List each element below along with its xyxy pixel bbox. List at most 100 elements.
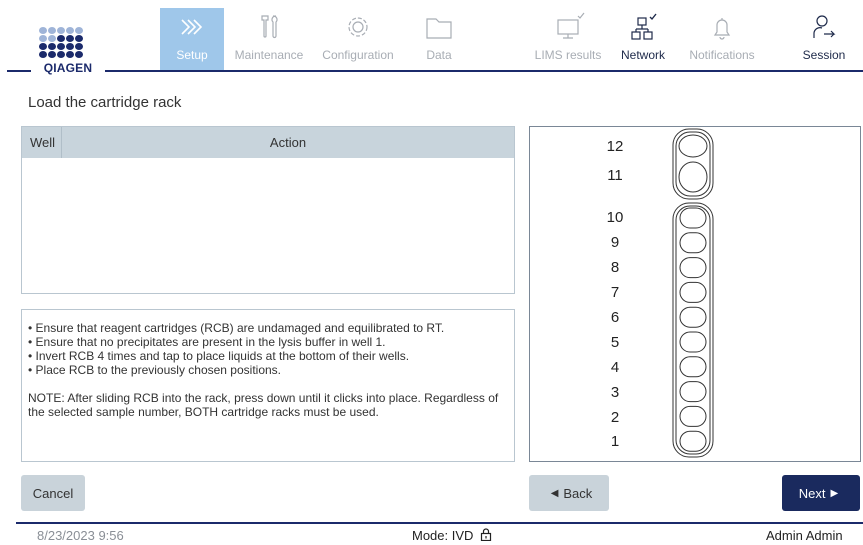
- nav-notifications[interactable]: Notifications: [682, 8, 762, 70]
- nav-setup-label: Setup: [176, 48, 208, 62]
- rack-position-label: 6: [610, 309, 620, 326]
- table-header: Well Action: [22, 127, 514, 158]
- logo-dot: [48, 35, 56, 42]
- top-bar: QIAGEN Setup Maintenance Configuration D…: [0, 0, 863, 75]
- rack-position-label: 9: [610, 234, 620, 251]
- gear-icon: [348, 17, 368, 37]
- back-button[interactable]: ◀ Back: [529, 475, 609, 511]
- well-action-table: Well Action: [21, 126, 515, 294]
- logo-dot: [75, 35, 83, 42]
- footer-rule: [16, 522, 863, 524]
- rack-slot: [679, 306, 707, 328]
- column-header-action[interactable]: Action: [62, 127, 514, 158]
- nav-maintenance[interactable]: Maintenance: [228, 8, 310, 70]
- logo-dot: [48, 43, 56, 50]
- rack-slot: [679, 331, 707, 353]
- user-logout-icon: [813, 15, 836, 38]
- footer-mode: Mode: IVD: [412, 528, 492, 543]
- bell-icon: [713, 18, 731, 40]
- header-rule-right: [105, 70, 863, 72]
- header-rule-left: [7, 70, 31, 72]
- nav-lims-label: LIMS results: [534, 48, 602, 62]
- nav-network-label: Network: [620, 48, 665, 62]
- cartridge-rack-diagram: [672, 128, 714, 458]
- logo-dot: [66, 43, 74, 50]
- nav-session-label: Session: [802, 48, 846, 62]
- logo-dot: [39, 35, 47, 42]
- rack-slot: [679, 281, 707, 303]
- chevrons-right-icon: [181, 19, 203, 35]
- cancel-button[interactable]: Cancel: [21, 475, 85, 511]
- rack-slot: [678, 134, 708, 158]
- instruction-line: • Invert RCB 4 times and tap to place li…: [28, 349, 410, 363]
- qiagen-logo: QIAGEN: [37, 27, 99, 75]
- nav-configuration[interactable]: Configuration: [316, 8, 400, 70]
- next-button[interactable]: Next ▶: [782, 475, 860, 511]
- folder-icon: [426, 18, 452, 39]
- rack-slot: [679, 232, 707, 254]
- rack-position-label: 8: [610, 259, 620, 276]
- logo-dot: [57, 35, 65, 42]
- rack-slot: [679, 381, 707, 403]
- footer-user: Admin Admin: [766, 528, 843, 543]
- rack-position-label: 5: [610, 334, 620, 351]
- logo-dot: [75, 27, 83, 34]
- logo-dot: [48, 27, 56, 34]
- arrow-right-icon: ▶: [830, 487, 839, 499]
- footer-mode-text: Mode: IVD: [412, 528, 474, 543]
- nav-data[interactable]: Data: [416, 8, 462, 70]
- column-header-well[interactable]: Well: [22, 127, 62, 158]
- arrow-left-icon: ◀: [550, 487, 559, 499]
- next-button-label: Next: [798, 485, 826, 501]
- instruction-line: • Ensure that no precipitates are presen…: [28, 335, 386, 349]
- rack-position-label: 10: [606, 209, 624, 226]
- lock-icon: [480, 528, 492, 542]
- logo-dot: [57, 51, 65, 58]
- nav-maintenance-label: Maintenance: [234, 48, 304, 62]
- logo-text: QIAGEN: [43, 61, 93, 75]
- logo-dot: [66, 27, 74, 34]
- logo-dot: [75, 51, 83, 58]
- rack-position-label: 3: [610, 384, 620, 401]
- rack-slot: [679, 257, 707, 279]
- logo-dots: [39, 27, 84, 59]
- nav-notifications-label: Notifications: [689, 48, 755, 62]
- page-title: Load the cartridge rack: [28, 94, 182, 111]
- tools-icon: [261, 15, 278, 39]
- nav-lims-results[interactable]: LIMS results: [528, 8, 608, 70]
- rack-slot: [679, 405, 707, 427]
- nav-session[interactable]: Session: [794, 8, 854, 70]
- logo-dot: [39, 43, 47, 50]
- network-icon: [631, 13, 657, 40]
- back-button-label: Back: [563, 485, 593, 501]
- rack-position-label: 1: [610, 433, 620, 450]
- instruction-line: • Ensure that reagent cartridges (RCB) a…: [28, 321, 445, 335]
- nav-setup[interactable]: Setup: [160, 8, 224, 70]
- instructions-panel: • Ensure that reagent cartridges (RCB) a…: [21, 309, 515, 462]
- logo-dot: [57, 43, 65, 50]
- rack-position-label: 11: [607, 167, 623, 184]
- nav-data-label: Data: [426, 48, 452, 62]
- footer-datetime: 8/23/2023 9:56: [37, 528, 124, 543]
- rack-slot: [678, 161, 708, 193]
- rack-position-label: 7: [610, 284, 620, 301]
- cancel-button-label: Cancel: [32, 485, 74, 501]
- rack-slot: [679, 430, 707, 452]
- nav-configuration-label: Configuration: [322, 48, 394, 62]
- logo-dot: [39, 27, 47, 34]
- nav-network[interactable]: Network: [614, 8, 672, 70]
- rack-position-label: 12: [606, 138, 624, 155]
- logo-dot: [75, 43, 83, 50]
- logo-dot: [39, 51, 47, 58]
- instruction-line: • Place RCB to the previously chosen pos…: [28, 363, 281, 377]
- cartridge-rack-panel: 12 11 10 9 8 7 6 5 4 3 2 1: [529, 126, 861, 462]
- instruction-note: NOTE: After sliding RCB into the rack, p…: [28, 391, 499, 419]
- monitor-check-icon: [557, 12, 585, 39]
- logo-dot: [66, 35, 74, 42]
- rack-position-label: 2: [610, 409, 620, 426]
- logo-dot: [57, 27, 65, 34]
- logo-dot: [66, 51, 74, 58]
- logo-dot: [48, 51, 56, 58]
- rack-slot: [679, 356, 707, 378]
- rack-position-label: 4: [610, 359, 620, 376]
